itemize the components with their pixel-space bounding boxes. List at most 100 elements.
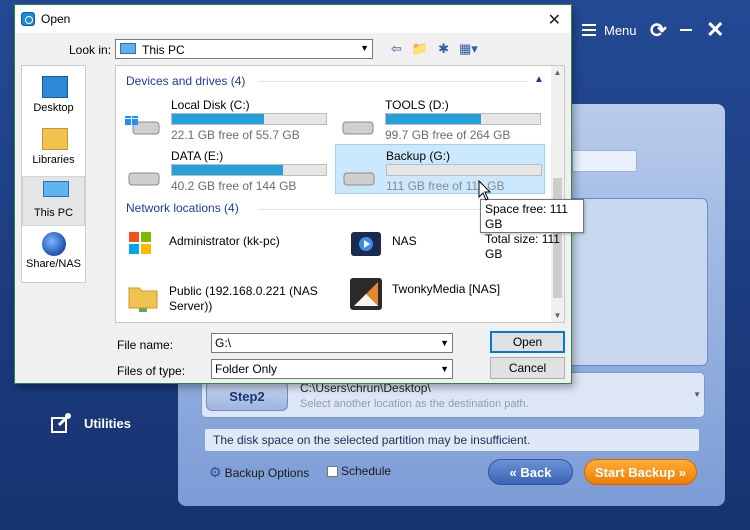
drive-usage-fill xyxy=(172,114,265,124)
file-list: Devices and drives (4) ▲ Local Disk (C:)… xyxy=(115,65,565,323)
utilities-label: Utilities xyxy=(84,415,131,431)
refresh-button[interactable]: ⟳ xyxy=(650,18,667,42)
group-divider xyxy=(258,81,528,82)
app-icon xyxy=(21,12,35,26)
dialog-title-bar: Open ✕ xyxy=(15,5,571,33)
sidebar-item-utilities[interactable]: Utilities xyxy=(50,412,131,434)
place-libraries[interactable]: Libraries xyxy=(22,124,85,174)
drive-name: TOOLS (D:) xyxy=(385,98,449,112)
drive-usage-fill xyxy=(386,114,482,124)
windows-media-player-icon xyxy=(129,232,151,254)
backup-options-label: Backup Options xyxy=(224,465,310,480)
chevron-down-icon[interactable]: ▼ xyxy=(693,390,701,399)
navigation-toolbar: ⇦ 📁 ✱ ▦▾ xyxy=(391,39,488,59)
drive-item[interactable]: TOOLS (D:) 99.7 GB free of 264 GB xyxy=(335,98,545,142)
file-type-label: Files of type: xyxy=(117,364,186,378)
close-icon: ✕ xyxy=(706,17,725,42)
media-server-icon xyxy=(351,232,381,256)
place-desktop[interactable]: Desktop xyxy=(22,72,85,122)
up-folder-icon[interactable]: 📁 xyxy=(412,41,428,57)
group-header-network[interactable]: Network locations (4) xyxy=(126,201,239,215)
drive-item-selected[interactable]: Backup (G:) 111 GB free of 111 GB xyxy=(335,144,545,194)
chevron-down-icon[interactable]: ▼ xyxy=(440,338,449,348)
network-name-line2: Server)) xyxy=(169,299,213,313)
file-name-label: File name: xyxy=(117,338,174,352)
close-app-button[interactable]: ✕ xyxy=(706,17,725,42)
group-header-devices[interactable]: Devices and drives (4) xyxy=(126,74,245,88)
desktop-icon xyxy=(42,76,68,98)
computer-icon xyxy=(43,181,69,197)
drive-free-space: 40.2 GB free of 144 GB xyxy=(171,179,297,193)
network-name: Administrator (kk-pc) xyxy=(169,234,280,248)
chevron-down-icon[interactable]: ▼ xyxy=(440,364,449,374)
file-type-combobox[interactable]: Folder Only ▼ xyxy=(211,359,453,379)
hard-drive-icon xyxy=(128,172,160,186)
file-name-combobox[interactable]: G:\ ▼ xyxy=(211,333,453,353)
network-folder-icon xyxy=(128,287,158,312)
collapse-icon[interactable]: ▲ xyxy=(534,74,544,85)
drive-usage-fill xyxy=(172,165,283,175)
look-in-combobox[interactable]: This PC ▼ xyxy=(115,39,373,59)
open-button[interactable]: Open xyxy=(490,331,565,353)
menu-label: Menu xyxy=(604,22,637,38)
globe-icon xyxy=(42,232,66,256)
drive-usage-bar xyxy=(171,113,327,125)
schedule-checkbox[interactable]: Schedule xyxy=(327,464,391,478)
back-button[interactable]: « Back xyxy=(488,459,573,485)
schedule-label: Schedule xyxy=(341,464,392,478)
gear-icon: ⚙ xyxy=(209,464,222,480)
start-backup-button[interactable]: Start Backup » xyxy=(584,459,697,485)
place-label: Share/NAS xyxy=(25,258,82,270)
place-share-nas[interactable]: Share/NAS xyxy=(22,228,85,278)
minimize-button[interactable] xyxy=(680,18,692,42)
chevron-down-icon[interactable]: ▼ xyxy=(360,43,369,53)
disk-space-warning: The disk space on the selected partition… xyxy=(204,428,700,452)
drive-free-space: 22.1 GB free of 55.7 GB xyxy=(171,128,300,142)
mouse-cursor-icon xyxy=(478,180,492,201)
place-this-pc[interactable]: This PC xyxy=(22,176,85,226)
dialog-close-button[interactable]: ✕ xyxy=(548,10,561,30)
drive-usage-bar xyxy=(385,113,541,125)
view-menu-icon[interactable]: ▦▾ xyxy=(459,41,478,57)
network-name: TwonkyMedia [NAS] xyxy=(392,282,501,296)
app-title-bar: Menu ⟳ ✕ xyxy=(560,0,750,60)
drive-free-space: 99.7 GB free of 264 GB xyxy=(385,128,511,142)
step2-button[interactable]: Step2 xyxy=(206,381,288,411)
tooltip-space-free: Space free: 111 GB xyxy=(485,202,568,231)
cancel-button[interactable]: Cancel xyxy=(490,357,565,379)
drive-usage-bar xyxy=(386,164,542,176)
places-bar: Desktop Libraries This PC Share/NAS xyxy=(21,65,86,283)
vertical-scrollbar[interactable]: ▲ ▼ xyxy=(551,66,564,322)
drive-name: Backup (G:) xyxy=(386,149,451,163)
panel-field[interactable] xyxy=(572,150,637,172)
this-pc-icon xyxy=(120,43,136,54)
menu-icon xyxy=(582,24,596,36)
minimize-icon xyxy=(680,29,692,31)
place-label: Desktop xyxy=(33,102,74,114)
back-arrow-icon[interactable]: ⇦ xyxy=(391,41,402,57)
place-label: Libraries xyxy=(32,154,75,166)
new-folder-icon[interactable]: ✱ xyxy=(438,41,449,57)
drive-name: Local Disk (C:) xyxy=(171,98,250,112)
destination-hint: Select another location as the destinati… xyxy=(300,398,529,410)
look-in-value: This PC xyxy=(142,43,185,57)
refresh-icon: ⟳ xyxy=(650,19,667,42)
action-bar: ⚙ Backup Options Schedule « Back Start B… xyxy=(209,459,704,487)
file-type-value: Folder Only xyxy=(215,362,278,376)
network-name: NAS xyxy=(392,234,417,248)
windows-drive-icon xyxy=(125,116,160,135)
menu-button[interactable]: Menu xyxy=(582,18,637,42)
scroll-down-icon[interactable]: ▼ xyxy=(551,311,564,320)
file-name-value: G:\ xyxy=(215,336,232,350)
libraries-icon xyxy=(42,128,68,150)
place-label: This PC xyxy=(33,207,74,219)
checkbox-box[interactable] xyxy=(327,465,338,477)
drive-usage-bar xyxy=(171,164,327,176)
drive-item[interactable]: DATA (E:) 40.2 GB free of 144 GB xyxy=(121,149,331,193)
drive-item[interactable]: Local Disk (C:) 22.1 GB free of 55.7 GB xyxy=(121,98,331,142)
network-name-line1: Public (192.168.0.221 (NAS xyxy=(169,284,318,298)
backup-options-link[interactable]: ⚙ Backup Options xyxy=(209,464,309,481)
drive-tooltip: Space free: 111 GB Total size: 111 GB xyxy=(480,199,584,261)
hard-drive-icon xyxy=(343,172,375,186)
scroll-up-icon[interactable]: ▲ xyxy=(551,68,564,77)
